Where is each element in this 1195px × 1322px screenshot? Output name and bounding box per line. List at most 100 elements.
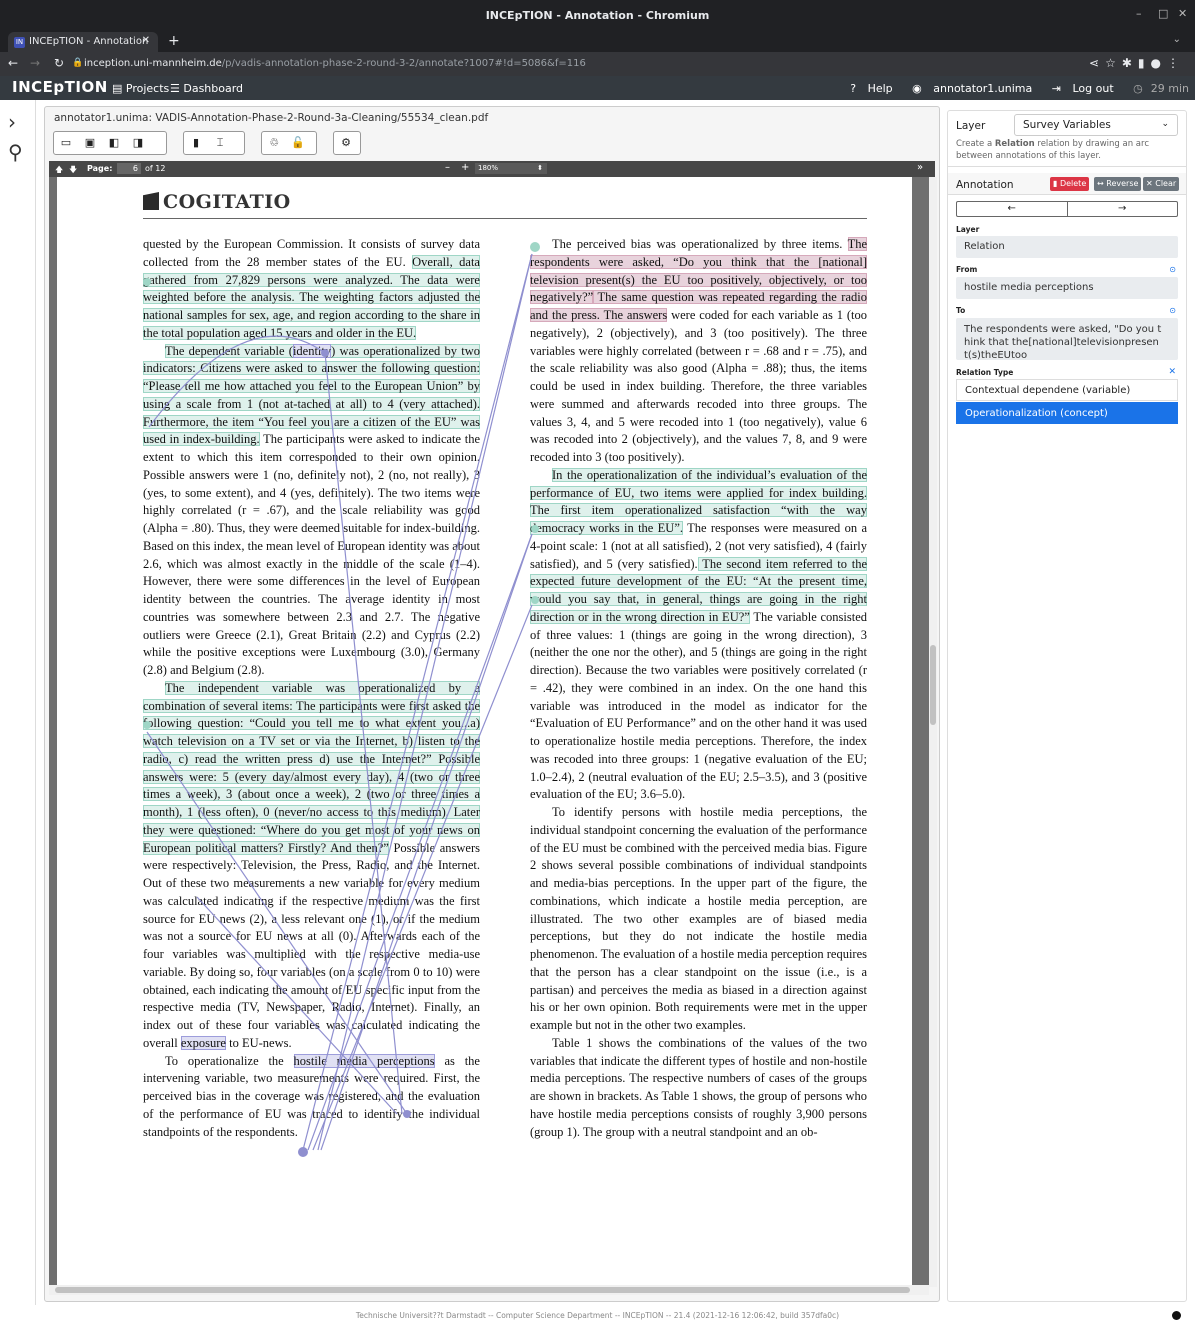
paragraph: quested by the European Commission. It c… [143, 237, 480, 340]
footer: Technische Universit??t Darmstadt -- Com… [0, 1311, 1195, 1322]
nav-logout[interactable]: ⇥ Log out [1044, 82, 1114, 95]
paragraph: The independent variable was operational… [143, 680, 480, 1050]
clear-relation-type-icon[interactable]: ✕ [1168, 367, 1176, 377]
close-window-icon[interactable]: ✕ [1178, 7, 1187, 20]
document-pane: annotator1.unima: VADIS-Annotation-Phase… [44, 106, 940, 1302]
inception-favicon-icon: IN [14, 37, 25, 48]
annotation-header: Annotation ▮ Delete ↔ Reverse ✕ Clear [948, 173, 1186, 195]
pdf-viewer: COGITATIO quested by the European Commis… [49, 177, 929, 1287]
settings-button-group: ⚙ [333, 131, 361, 155]
unlock-icon[interactable]: 🔓 [286, 132, 310, 154]
tab-title: INCEpTION - Annotation [29, 36, 149, 47]
scroll-thumb[interactable] [930, 645, 936, 725]
to-target-icon[interactable]: ⊙ [1169, 306, 1176, 315]
nav-projects[interactable]: ▤ Projects [112, 82, 169, 95]
close-icon: ✕ [1146, 179, 1156, 188]
browser-tab[interactable]: IN INCEpTION - Annotation ✕ [8, 32, 158, 52]
maximize-icon[interactable]: □ [1158, 7, 1168, 20]
page-view-icon[interactable]: ▮ [184, 132, 208, 154]
zoom-in-icon[interactable]: + [461, 162, 469, 173]
paragraph: To identify persons with hostile media p… [530, 805, 867, 1032]
sidebar-toggle-icon[interactable]: » [917, 162, 923, 173]
paragraph: In the operationalization of the individ… [530, 467, 867, 802]
field-layer-label: Layer [956, 225, 980, 234]
scroll-thumb[interactable] [55, 1287, 910, 1293]
window-title: INCEpTION - Annotation - Chromium [485, 9, 710, 22]
reverse-button[interactable]: ↔ Reverse [1094, 177, 1142, 191]
paragraph: The dependent variable (identity) was op… [143, 343, 480, 677]
logout-icon: ⇥ [1051, 82, 1065, 95]
annotation-identity[interactable]: identity [292, 343, 332, 358]
zoom-out-icon[interactable]: – [445, 162, 450, 173]
next-page-icon[interactable]: 🡇 [69, 164, 77, 178]
app-brand[interactable]: INCEpTION [12, 78, 108, 96]
paragraph: Table 1 shows the combinations of the va… [530, 1035, 867, 1139]
annotation-card: Annotation ▮ Delete ↔ Reverse ✕ Clear ← … [948, 173, 1186, 433]
browser-urlbar: ← → ↻ 🔒 inception.uni-mannheim.de/p/vadi… [0, 52, 1195, 76]
horizontal-scrollbar[interactable] [49, 1285, 929, 1295]
field-layer-value: Relation [956, 236, 1178, 258]
to-label: To [956, 306, 966, 315]
next-document-icon[interactable]: ◨ [126, 132, 150, 154]
journal-logo: COGITATIO [143, 191, 291, 213]
to-value: The respondents were asked, "Do you thin… [956, 318, 1178, 360]
from-value: hostile media perceptions [956, 277, 1178, 299]
document-export-icon[interactable]: ▣ [78, 132, 102, 154]
view-button-group: ▮ ⌶ [183, 131, 245, 155]
swap-icon: ↔ [1097, 179, 1107, 188]
address-field[interactable]: inception.uni-mannheim.de/p/vadis-annota… [84, 58, 586, 69]
annotation-hostile-media-perceptions[interactable]: hostile media perceptions [293, 1053, 435, 1068]
layer-select[interactable]: Survey Variables ⌄ [1014, 114, 1178, 136]
expand-sidebar-icon[interactable]: › [8, 110, 16, 134]
minimize-icon[interactable]: – [1136, 7, 1142, 20]
right-text-column: The perceived bias was operationalized b… [530, 236, 867, 1141]
format-icon[interactable]: ⌶ [208, 132, 232, 154]
forward-icon[interactable]: → [30, 56, 40, 70]
close-tab-icon[interactable]: ✕ [142, 35, 150, 46]
vertical-scrollbar[interactable] [929, 177, 937, 1287]
left-sidebar: › ⚲ [0, 100, 36, 1305]
lock-icon: 🔒 [72, 58, 84, 68]
browser-tabbar: IN INCEpTION - Annotation ✕ + ⌄ [0, 30, 1195, 52]
nav-user[interactable]: ◉ annotator1.unima [904, 82, 1032, 95]
annotation-title: Annotation [956, 179, 1014, 191]
annotation-span[interactable]: The dependent variable (identity) was op… [143, 343, 480, 447]
prev-page-icon[interactable]: 🡅 [55, 164, 63, 178]
cogitatio-logo-icon [143, 192, 159, 210]
pdf-page: COGITATIO quested by the European Commis… [57, 177, 912, 1285]
nav-help[interactable]: ? Help [842, 82, 892, 95]
previous-document-icon[interactable]: ◧ [102, 132, 126, 154]
window-titlebar: INCEpTION - Annotation - Chromium – □ ✕ [0, 0, 1195, 30]
annotation-exposure[interactable]: exposure [180, 1035, 226, 1050]
tab-search-chevron-icon[interactable]: ⌄ [1173, 34, 1181, 45]
page-number-input[interactable]: 6 [117, 163, 141, 174]
page-label: Page: [87, 164, 113, 173]
reload-icon[interactable]: ↻ [54, 56, 64, 70]
layer-label: Layer [956, 120, 986, 132]
page-total: of 12 [145, 164, 166, 173]
search-icon[interactable]: ⚲ [8, 140, 23, 164]
clock-icon: ◷ [1133, 82, 1143, 95]
delete-button[interactable]: ▮ Delete [1050, 177, 1090, 191]
left-text-column: quested by the European Commission. It c… [143, 236, 480, 1141]
reset-icon[interactable]: ♲ [262, 132, 286, 154]
new-tab-icon[interactable]: + [168, 33, 180, 49]
next-annotation-button[interactable]: → [1068, 202, 1178, 216]
back-icon[interactable]: ← [8, 56, 18, 70]
dashboard-icon: ☰ [170, 82, 184, 95]
annotation-sidebar: Layer Survey Variables ⌄ Create a Relatio… [947, 110, 1187, 1302]
relation-type-option[interactable]: Contextual dependene (variable) [956, 379, 1178, 401]
nav-dashboard[interactable]: ☰ Dashboard [170, 82, 243, 95]
browser-actions[interactable]: ⋖☆✱▮●⋮ [1089, 56, 1185, 70]
layer-card: Layer Survey Variables ⌄ Create a Relatio… [948, 111, 1186, 167]
relation-type-option-selected[interactable]: Operationalization (concept) [956, 402, 1178, 424]
from-target-icon[interactable]: ⊙ [1169, 265, 1176, 274]
clear-button[interactable]: ✕ Clear [1143, 177, 1180, 191]
zoom-select[interactable]: 180% ⬍ [475, 163, 547, 174]
gear-icon[interactable]: ⚙ [334, 132, 358, 154]
info-icon[interactable] [1172, 1311, 1181, 1320]
open-document-icon[interactable]: ▭ [54, 132, 78, 154]
previous-annotation-button[interactable]: ← [957, 202, 1068, 216]
annotation-span[interactable]: The independent variable was operational… [143, 680, 480, 855]
help-icon: ? [850, 82, 860, 95]
